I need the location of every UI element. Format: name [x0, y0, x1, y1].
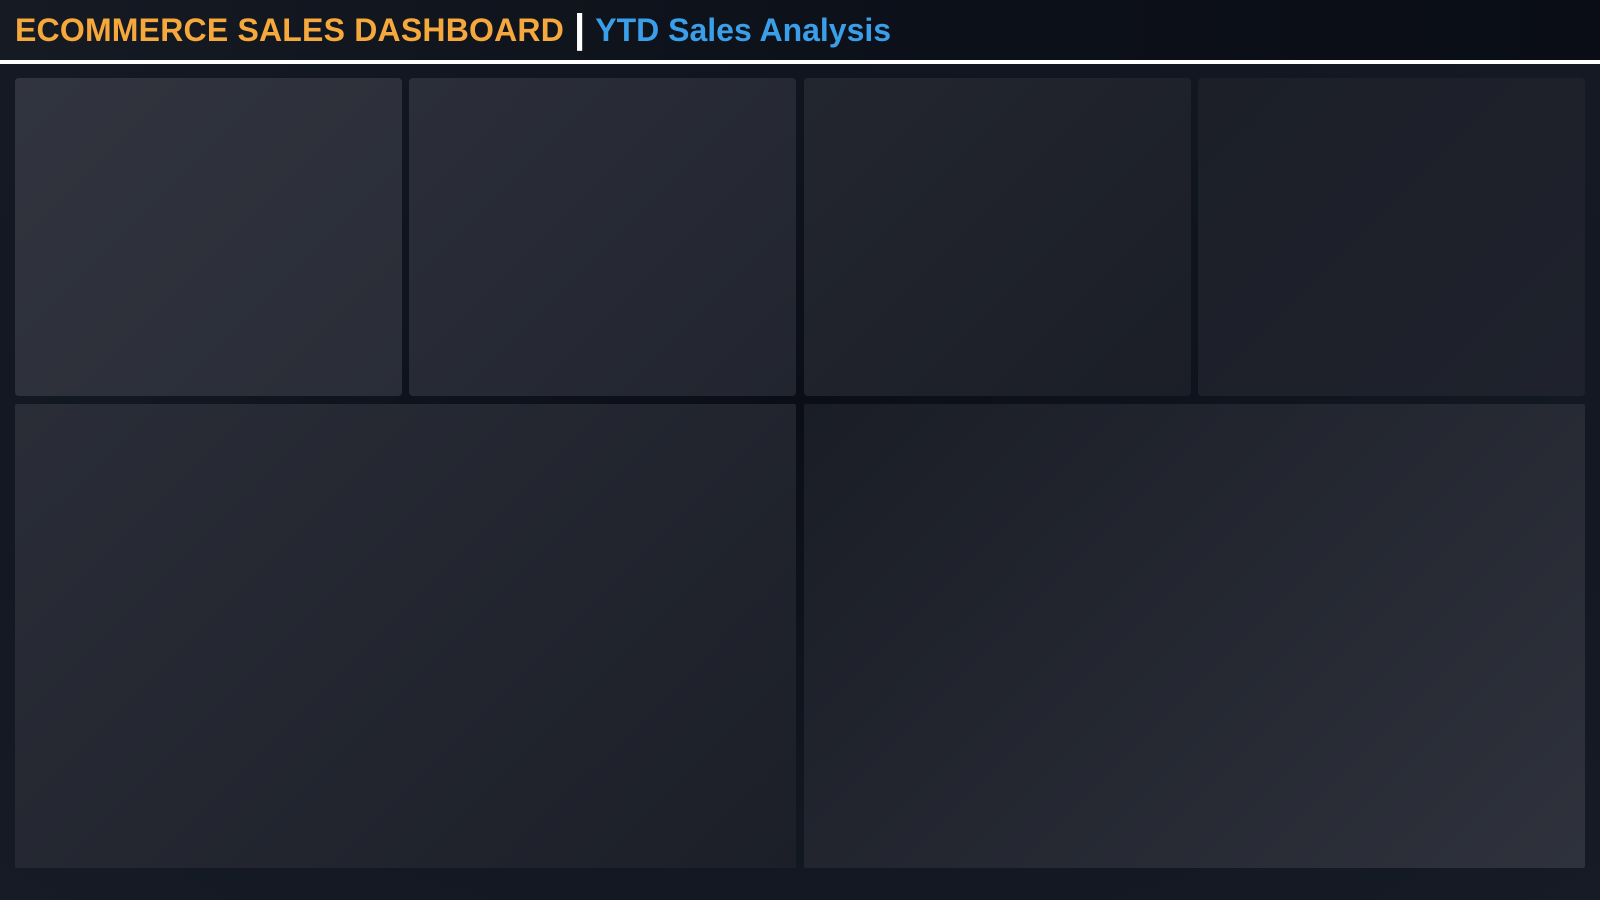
kpi-card-1 — [15, 78, 402, 396]
kpi-card-4 — [1198, 78, 1585, 396]
kpi-card-2 — [409, 78, 796, 396]
kpi-card-3 — [804, 78, 1191, 396]
dashboard-title: ECOMMERCE SALES DASHBOARD — [15, 11, 565, 48]
chart-panel-left — [15, 404, 796, 868]
title-separator: | — [574, 7, 586, 51]
dashboard-header: ECOMMERCE SALES DASHBOARD | YTD Sales An… — [0, 0, 1600, 60]
dashboard-subtitle: YTD Sales Analysis — [595, 11, 892, 48]
dashboard-page: ECOMMERCE SALES DASHBOARD | YTD Sales An… — [0, 0, 1600, 900]
chart-panel-right — [804, 404, 1585, 868]
header-divider — [0, 60, 1600, 64]
